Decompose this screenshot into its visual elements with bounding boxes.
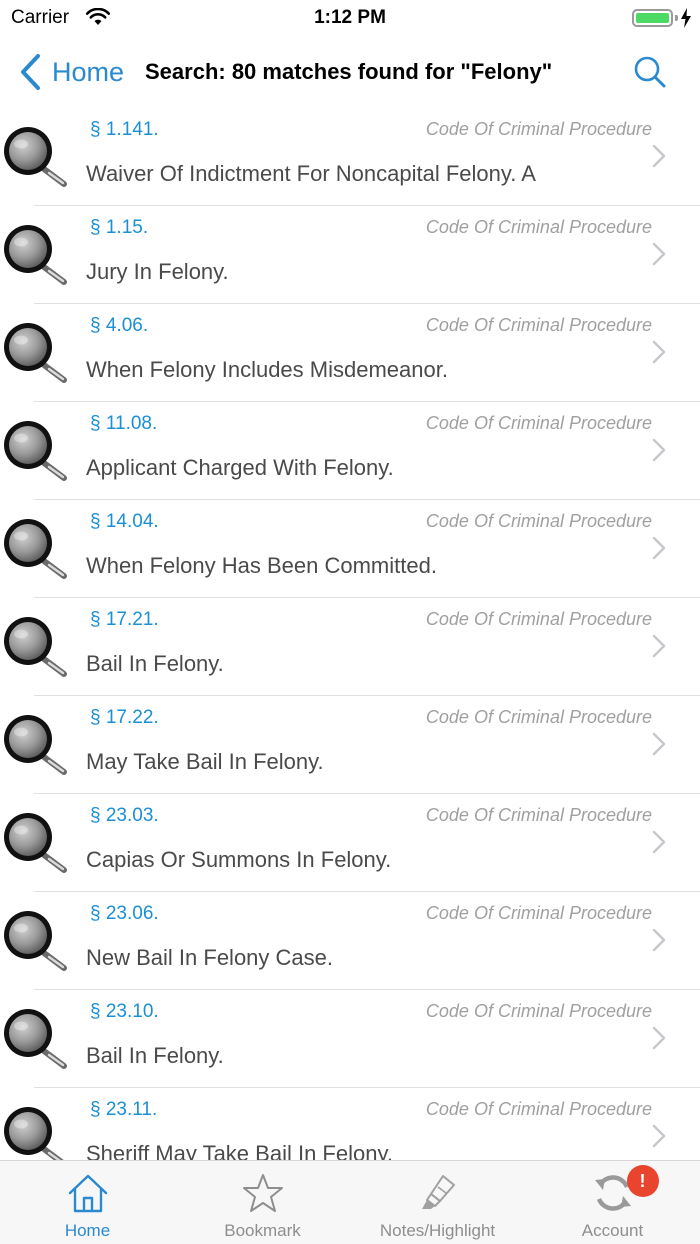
tab-notes-highlight-label: Notes/Highlight bbox=[379, 1221, 496, 1240]
magnifier-icon bbox=[4, 127, 67, 187]
magnifier-icon bbox=[4, 813, 67, 873]
section-number: § 4.06. bbox=[90, 315, 149, 336]
magnifier-icon bbox=[4, 1107, 64, 1160]
section-number: § 23.11. bbox=[90, 1099, 158, 1120]
charging-bolt-icon bbox=[681, 8, 691, 28]
tab-bar: Home Bookmark Notes/Highlight ! Account bbox=[0, 1160, 700, 1244]
navigation-bar: Home Search: 80 matches found for "Felon… bbox=[0, 36, 700, 108]
magnifier-icon bbox=[4, 617, 67, 677]
chevron-right-icon bbox=[652, 928, 666, 952]
tab-home-label: Home bbox=[64, 1221, 111, 1240]
home-icon bbox=[68, 1174, 107, 1213]
result-row[interactable]: § 23.10. Code Of Criminal Procedure Bail… bbox=[0, 990, 700, 1088]
chevron-right-icon bbox=[652, 536, 666, 560]
search-results-list[interactable]: § 1.141. Code Of Criminal Procedure Waiv… bbox=[0, 108, 700, 1160]
code-name: Code Of Criminal Procedure bbox=[425, 315, 652, 335]
tab-notes-highlight[interactable]: Notes/Highlight bbox=[350, 1161, 525, 1244]
notification-badge: ! bbox=[626, 1165, 659, 1197]
chevron-right-icon bbox=[652, 732, 666, 756]
section-number: § 23.10. bbox=[90, 1001, 159, 1022]
section-number: § 1.141. bbox=[90, 119, 159, 140]
chevron-right-icon bbox=[652, 830, 666, 854]
magnifier-icon bbox=[4, 715, 67, 775]
section-title: Sheriff May Take Bail In Felony. bbox=[86, 1141, 393, 1160]
result-row[interactable]: § 1.15. Code Of Criminal Procedure Jury … bbox=[0, 206, 700, 304]
back-button[interactable]: Home bbox=[18, 50, 124, 94]
result-row[interactable]: § 23.06. Code Of Criminal Procedure New … bbox=[0, 892, 700, 990]
code-name: Code Of Criminal Procedure bbox=[425, 1001, 652, 1021]
battery-cap bbox=[675, 15, 678, 21]
search-icon[interactable] bbox=[632, 54, 668, 90]
back-button-label: Home bbox=[52, 56, 125, 87]
chevron-left-icon bbox=[21, 54, 40, 90]
code-name: Code Of Criminal Procedure bbox=[425, 707, 652, 727]
section-title: May Take Bail In Felony. bbox=[86, 749, 324, 774]
result-row[interactable]: § 17.21. Code Of Criminal Procedure Bail… bbox=[0, 598, 700, 696]
code-name: Code Of Criminal Procedure bbox=[425, 805, 652, 825]
star-icon bbox=[242, 1174, 283, 1212]
tab-account[interactable]: ! Account bbox=[525, 1161, 700, 1244]
tab-bookmark-label: Bookmark bbox=[224, 1221, 301, 1240]
magnifier-icon bbox=[4, 225, 67, 285]
magnifier-icon bbox=[4, 911, 67, 971]
chevron-right-icon bbox=[652, 1026, 666, 1050]
code-name: Code Of Criminal Procedure bbox=[425, 119, 652, 139]
section-number: § 17.21. bbox=[90, 609, 159, 630]
result-row[interactable]: § 14.04. Code Of Criminal Procedure When… bbox=[0, 500, 700, 598]
code-name: Code Of Criminal Procedure bbox=[425, 903, 652, 923]
tab-bookmark[interactable]: Bookmark bbox=[175, 1161, 350, 1244]
magnifier-icon bbox=[4, 1009, 67, 1069]
section-title: Jury In Felony. bbox=[86, 259, 229, 284]
section-number: § 23.06. bbox=[90, 903, 159, 924]
chevron-right-icon bbox=[652, 242, 666, 266]
section-number: § 17.22. bbox=[90, 707, 159, 728]
tab-home[interactable]: Home bbox=[0, 1161, 175, 1244]
section-number: § 23.03. bbox=[90, 805, 159, 826]
magnifier-icon bbox=[4, 519, 67, 579]
result-row[interactable]: § 4.06. Code Of Criminal Procedure When … bbox=[0, 304, 700, 402]
result-row[interactable]: § 17.22. Code Of Criminal Procedure May … bbox=[0, 696, 700, 794]
status-bar: Carrier 1:12 PM bbox=[0, 0, 700, 36]
code-name: Code Of Criminal Procedure bbox=[425, 413, 652, 433]
section-title: When Felony Has Been Committed. bbox=[86, 553, 437, 578]
result-row[interactable]: § 23.03. Code Of Criminal Procedure Capi… bbox=[0, 794, 700, 892]
chevron-right-icon bbox=[652, 438, 666, 462]
result-row[interactable]: § 1.141. Code Of Criminal Procedure Waiv… bbox=[0, 108, 700, 206]
magnifier-icon bbox=[4, 323, 67, 383]
code-name: Code Of Criminal Procedure bbox=[425, 511, 652, 531]
section-title: Waiver Of Indictment For Noncapital Felo… bbox=[86, 161, 536, 186]
chevron-right-icon bbox=[652, 144, 666, 168]
page-title: Search: 80 matches found for "Felony" bbox=[145, 59, 553, 84]
section-title: When Felony Includes Misdemeanor. bbox=[86, 357, 448, 382]
section-title: Applicant Charged With Felony. bbox=[86, 455, 394, 480]
section-title: Bail In Felony. bbox=[86, 1043, 224, 1068]
status-time: 1:12 PM bbox=[314, 7, 386, 28]
chevron-right-icon bbox=[652, 634, 666, 658]
code-name: Code Of Criminal Procedure bbox=[425, 609, 652, 629]
highlighter-icon bbox=[421, 1175, 455, 1209]
chevron-right-icon bbox=[652, 340, 666, 364]
section-number: § 11.08. bbox=[90, 413, 158, 434]
code-name: Code Of Criminal Procedure bbox=[425, 217, 652, 237]
result-row[interactable]: § 23.11. Code Of Criminal Procedure Sher… bbox=[0, 1088, 700, 1160]
section-number: § 14.04. bbox=[90, 511, 159, 532]
result-row[interactable]: § 11.08. Code Of Criminal Procedure Appl… bbox=[0, 402, 700, 500]
section-title: Capias Or Summons In Felony. bbox=[86, 847, 392, 872]
code-name: Code Of Criminal Procedure bbox=[425, 1099, 652, 1119]
section-title: New Bail In Felony Case. bbox=[86, 945, 333, 970]
battery-icon bbox=[632, 9, 673, 27]
tab-account-label: Account bbox=[581, 1221, 644, 1240]
section-title: Bail In Felony. bbox=[86, 651, 224, 676]
chevron-right-icon bbox=[652, 1124, 666, 1148]
section-number: § 1.15. bbox=[90, 217, 149, 238]
magnifier-icon bbox=[4, 421, 67, 481]
